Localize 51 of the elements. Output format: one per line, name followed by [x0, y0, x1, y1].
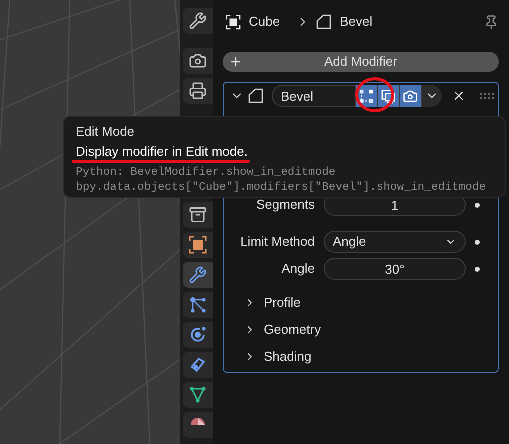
field-label: Angle — [280, 260, 316, 278]
physics-icon — [189, 326, 207, 344]
subpanel-header[interactable]: Shading — [244, 348, 498, 366]
particles-icon — [189, 296, 207, 314]
modifier-name-field[interactable]: Bevel — [272, 85, 356, 107]
cube-icon — [189, 236, 207, 254]
properties-tab[interactable] — [183, 48, 213, 74]
triangle-mesh-icon — [189, 386, 207, 404]
add-modifier-button[interactable]: Add Modifier — [223, 52, 499, 72]
properties-tab[interactable] — [183, 412, 213, 438]
archive-icon — [189, 206, 207, 224]
properties-tab[interactable] — [183, 322, 213, 348]
drag-handle-icon[interactable] — [480, 93, 494, 99]
edit-mode-icon — [359, 88, 374, 104]
python-path: bpy.data.objects["Cube"].modifiers["Bevel"].show_in_editmode — [76, 181, 488, 196]
material-icon — [189, 416, 207, 425]
properties-tab[interactable] — [183, 202, 213, 228]
subpanel-header[interactable]: Geometry — [244, 321, 498, 339]
number-field[interactable]: 30° — [324, 258, 466, 280]
bevel-icon — [248, 88, 264, 104]
tooltip-description: Display modifier in Edit mode. — [76, 144, 248, 160]
camera-icon — [403, 88, 418, 104]
properties-tab[interactable] — [183, 232, 213, 258]
monitor-icon — [381, 88, 396, 104]
properties-tab[interactable] — [183, 352, 213, 378]
properties-tab[interactable] — [183, 382, 213, 408]
camera-icon — [189, 52, 207, 70]
object-name: Cube — [249, 13, 280, 32]
close-icon[interactable] — [452, 89, 466, 103]
tool-icon — [189, 12, 207, 30]
properties-tab[interactable] — [183, 8, 213, 34]
modifier-name: Bevel — [340, 13, 373, 32]
wrench-icon — [189, 266, 207, 284]
object-icon — [226, 14, 241, 30]
subpanel-header[interactable]: Profile — [244, 294, 498, 312]
field-label: Limit Method — [240, 233, 316, 252]
field-label: Segments — [255, 196, 316, 214]
constraint-icon — [189, 356, 207, 374]
annotation-circle — [355, 77, 395, 113]
properties-tab[interactable] — [183, 262, 213, 288]
pin-icon — [484, 14, 499, 30]
plus-icon — [229, 55, 243, 69]
tooltip-title: Edit Mode — [76, 124, 136, 140]
limit-method-dropdown[interactable]: Angle — [324, 231, 466, 253]
printer-icon — [189, 82, 207, 100]
dropdown-button[interactable] — [422, 85, 442, 107]
python-path: Python: BevelModifier.show_in_editmode — [76, 166, 337, 181]
properties-tab[interactable] — [183, 292, 213, 318]
bevel-icon — [316, 14, 332, 30]
render-toggle[interactable] — [400, 85, 422, 107]
properties-tab[interactable] — [183, 78, 213, 104]
